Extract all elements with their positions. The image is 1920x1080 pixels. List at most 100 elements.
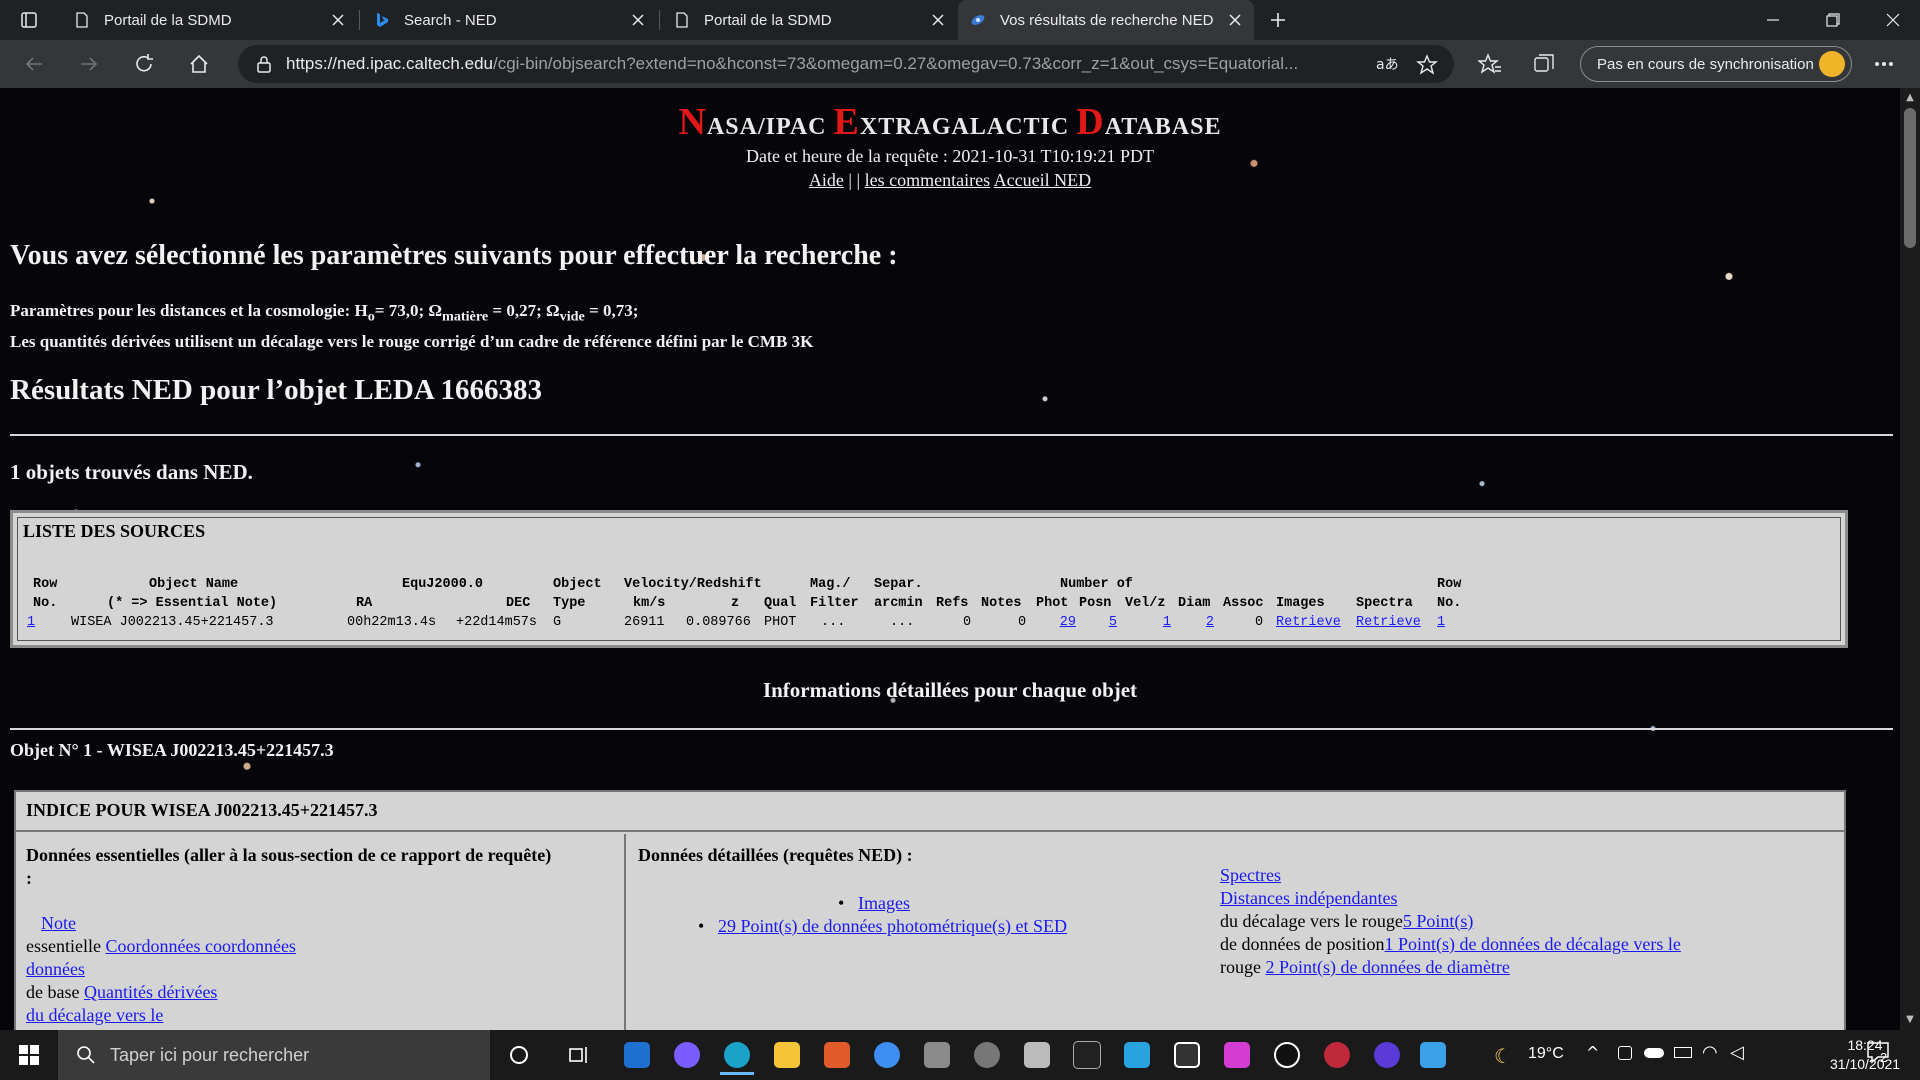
row-number-link[interactable]: 1 (27, 615, 53, 630)
close-icon[interactable] (931, 13, 945, 27)
tab-search-ned[interactable]: Search - NED (362, 0, 657, 40)
cortana-button[interactable] (502, 1038, 536, 1072)
home-button[interactable] (183, 48, 215, 80)
app-button-3[interactable] (920, 1038, 954, 1072)
address-bar[interactable]: https://ned.ipac.caltech.edu/cgi-bin/obj… (238, 45, 1454, 83)
col-header-diam: Diam (1178, 596, 1211, 611)
task-view-button[interactable] (562, 1038, 596, 1072)
rouge-text: rouge (1220, 957, 1266, 977)
cell-object-name: WISEA J002213.45+221457.3 (71, 615, 274, 630)
moon-weather-icon[interactable]: ☾ (1494, 1044, 1512, 1068)
cell-redshift: 0.089766 (686, 615, 751, 630)
file-explorer-button[interactable] (770, 1038, 804, 1072)
close-icon[interactable] (1228, 13, 1242, 27)
spectra-retrieve-link[interactable]: Retrieve (1356, 615, 1421, 630)
settings-menu-button[interactable] (1868, 48, 1900, 80)
minimize-button[interactable] (1746, 0, 1800, 40)
app-button-9[interactable] (1220, 1038, 1254, 1072)
app-button-5[interactable] (1020, 1038, 1054, 1072)
ned-site-title: NASA/IPAC EXTRAGALACTIC DATABASE (0, 100, 1900, 144)
comments-link[interactable]: les commentaires (865, 170, 990, 190)
wifi-icon[interactable]: ◠ (1702, 1042, 1718, 1063)
photometry-link[interactable]: 29 Point(s) de données photométrique(s) … (718, 916, 1067, 936)
messenger-app-button[interactable] (670, 1038, 704, 1072)
app-icon (1174, 1042, 1200, 1068)
coordinates-link[interactable]: Coordonnées coordonnées (105, 936, 295, 956)
diam-link[interactable]: 2 (1178, 615, 1214, 630)
cell-mag: ... (821, 615, 846, 630)
app-icon (1124, 1042, 1150, 1068)
app-button-2[interactable] (870, 1038, 904, 1072)
tab-portail-sdmd-2[interactable]: Portail de la SDMD (662, 0, 957, 40)
redshift-text: du décalage vers le rouge (1220, 911, 1403, 931)
divider (10, 434, 1893, 436)
app-button-8[interactable] (1170, 1038, 1204, 1072)
close-icon[interactable] (631, 13, 645, 27)
restore-button[interactable] (1806, 0, 1860, 40)
col-header-filter: Filter (810, 596, 859, 611)
read-aloud-icon[interactable]: aあ (1376, 55, 1398, 73)
scroll-down-arrow-icon[interactable]: ▼ (1904, 1014, 1916, 1026)
row-number-link-right[interactable]: 1 (1437, 615, 1471, 630)
page-scrollbar[interactable]: ▲ ▼ (1900, 88, 1920, 1030)
favorites-button[interactable] (1474, 48, 1506, 80)
app-button-12[interactable] (1370, 1038, 1404, 1072)
col-header-equ: EquJ2000.0 (402, 577, 484, 592)
forward-button[interactable] (73, 48, 105, 80)
data-link[interactable]: données (26, 959, 85, 979)
images-retrieve-link[interactable]: Retrieve (1276, 615, 1341, 630)
redshift-points-link[interactable]: 5 Point(s) (1403, 911, 1474, 931)
app-button-7[interactable] (1120, 1038, 1154, 1072)
new-tab-button[interactable] (1258, 0, 1298, 40)
cloud-icon[interactable] (1644, 1048, 1664, 1058)
images-link[interactable]: Images (858, 893, 910, 913)
device-icon[interactable] (1618, 1046, 1632, 1060)
document-icon (676, 12, 688, 28)
refresh-button[interactable] (128, 48, 160, 80)
spectra-link[interactable]: Spectres (1220, 865, 1281, 885)
position-points-link[interactable]: 1 Point(s) de données de décalage vers l… (1384, 934, 1680, 954)
url-text[interactable]: https://ned.ipac.caltech.edu/cgi-bin/obj… (286, 54, 1386, 74)
edge-app-button[interactable] (720, 1038, 754, 1075)
scrollbar-thumb[interactable] (1904, 108, 1916, 248)
temperature[interactable]: 19°C (1528, 1045, 1564, 1063)
app-button-1[interactable] (820, 1038, 854, 1072)
profile-sync-button[interactable]: Pas en cours de synchronisation (1580, 46, 1852, 82)
scroll-up-arrow-icon[interactable]: ▲ (1904, 92, 1916, 104)
col-header-dec: DEC (506, 596, 531, 611)
col-header-separ: Separ. (874, 577, 923, 592)
volume-icon[interactable]: ◁ (1730, 1042, 1744, 1063)
close-icon[interactable] (331, 13, 345, 27)
derived-quantities-link[interactable]: Quantités dérivées (84, 982, 217, 1002)
phot-link[interactable]: 29 (1036, 615, 1076, 630)
close-window-button[interactable] (1866, 0, 1920, 40)
back-button[interactable] (18, 48, 50, 80)
collections-button[interactable] (1528, 48, 1560, 80)
url-path: /cgi-bin/objsearch?extend=no&hconst=73&o… (492, 54, 1299, 73)
start-button[interactable] (0, 1030, 58, 1080)
velz-link[interactable]: 1 (1135, 615, 1171, 630)
app-button-4[interactable] (970, 1038, 1004, 1072)
add-favorite-icon[interactable] (1416, 54, 1438, 76)
tab-ned-results[interactable]: Vos résultats de recherche NED (958, 0, 1254, 40)
posn-link[interactable]: 5 (1079, 615, 1117, 630)
distances-link[interactable]: Distances indépendantes (1220, 888, 1397, 908)
tab-portail-sdmd-1[interactable]: Portail de la SDMD (62, 0, 357, 40)
notifications-button[interactable]: 2 (1866, 1040, 1906, 1070)
taskbar-search-box[interactable]: Taper ici pour rechercher (58, 1030, 490, 1080)
note-link[interactable]: Note (41, 913, 76, 933)
ned-home-link[interactable]: Accueil NED (994, 170, 1091, 190)
app-button-11[interactable] (1320, 1038, 1354, 1072)
tab-actions-button[interactable] (0, 0, 58, 40)
battery-icon[interactable] (1674, 1047, 1692, 1058)
redshift-link[interactable]: du décalage vers le (26, 1005, 163, 1025)
help-link[interactable]: Aide (809, 170, 844, 190)
search-icon (77, 1046, 95, 1064)
app-button-10[interactable] (1270, 1038, 1304, 1072)
diameter-points-link[interactable]: 2 Point(s) de données de diamètre (1265, 957, 1509, 977)
forward-arrow-icon (81, 57, 98, 71)
chevron-up-icon[interactable]: ^ (1586, 1043, 1599, 1062)
mail-app-button[interactable] (620, 1038, 654, 1072)
app-button-13[interactable] (1416, 1038, 1450, 1072)
app-button-6[interactable] (1070, 1038, 1104, 1072)
